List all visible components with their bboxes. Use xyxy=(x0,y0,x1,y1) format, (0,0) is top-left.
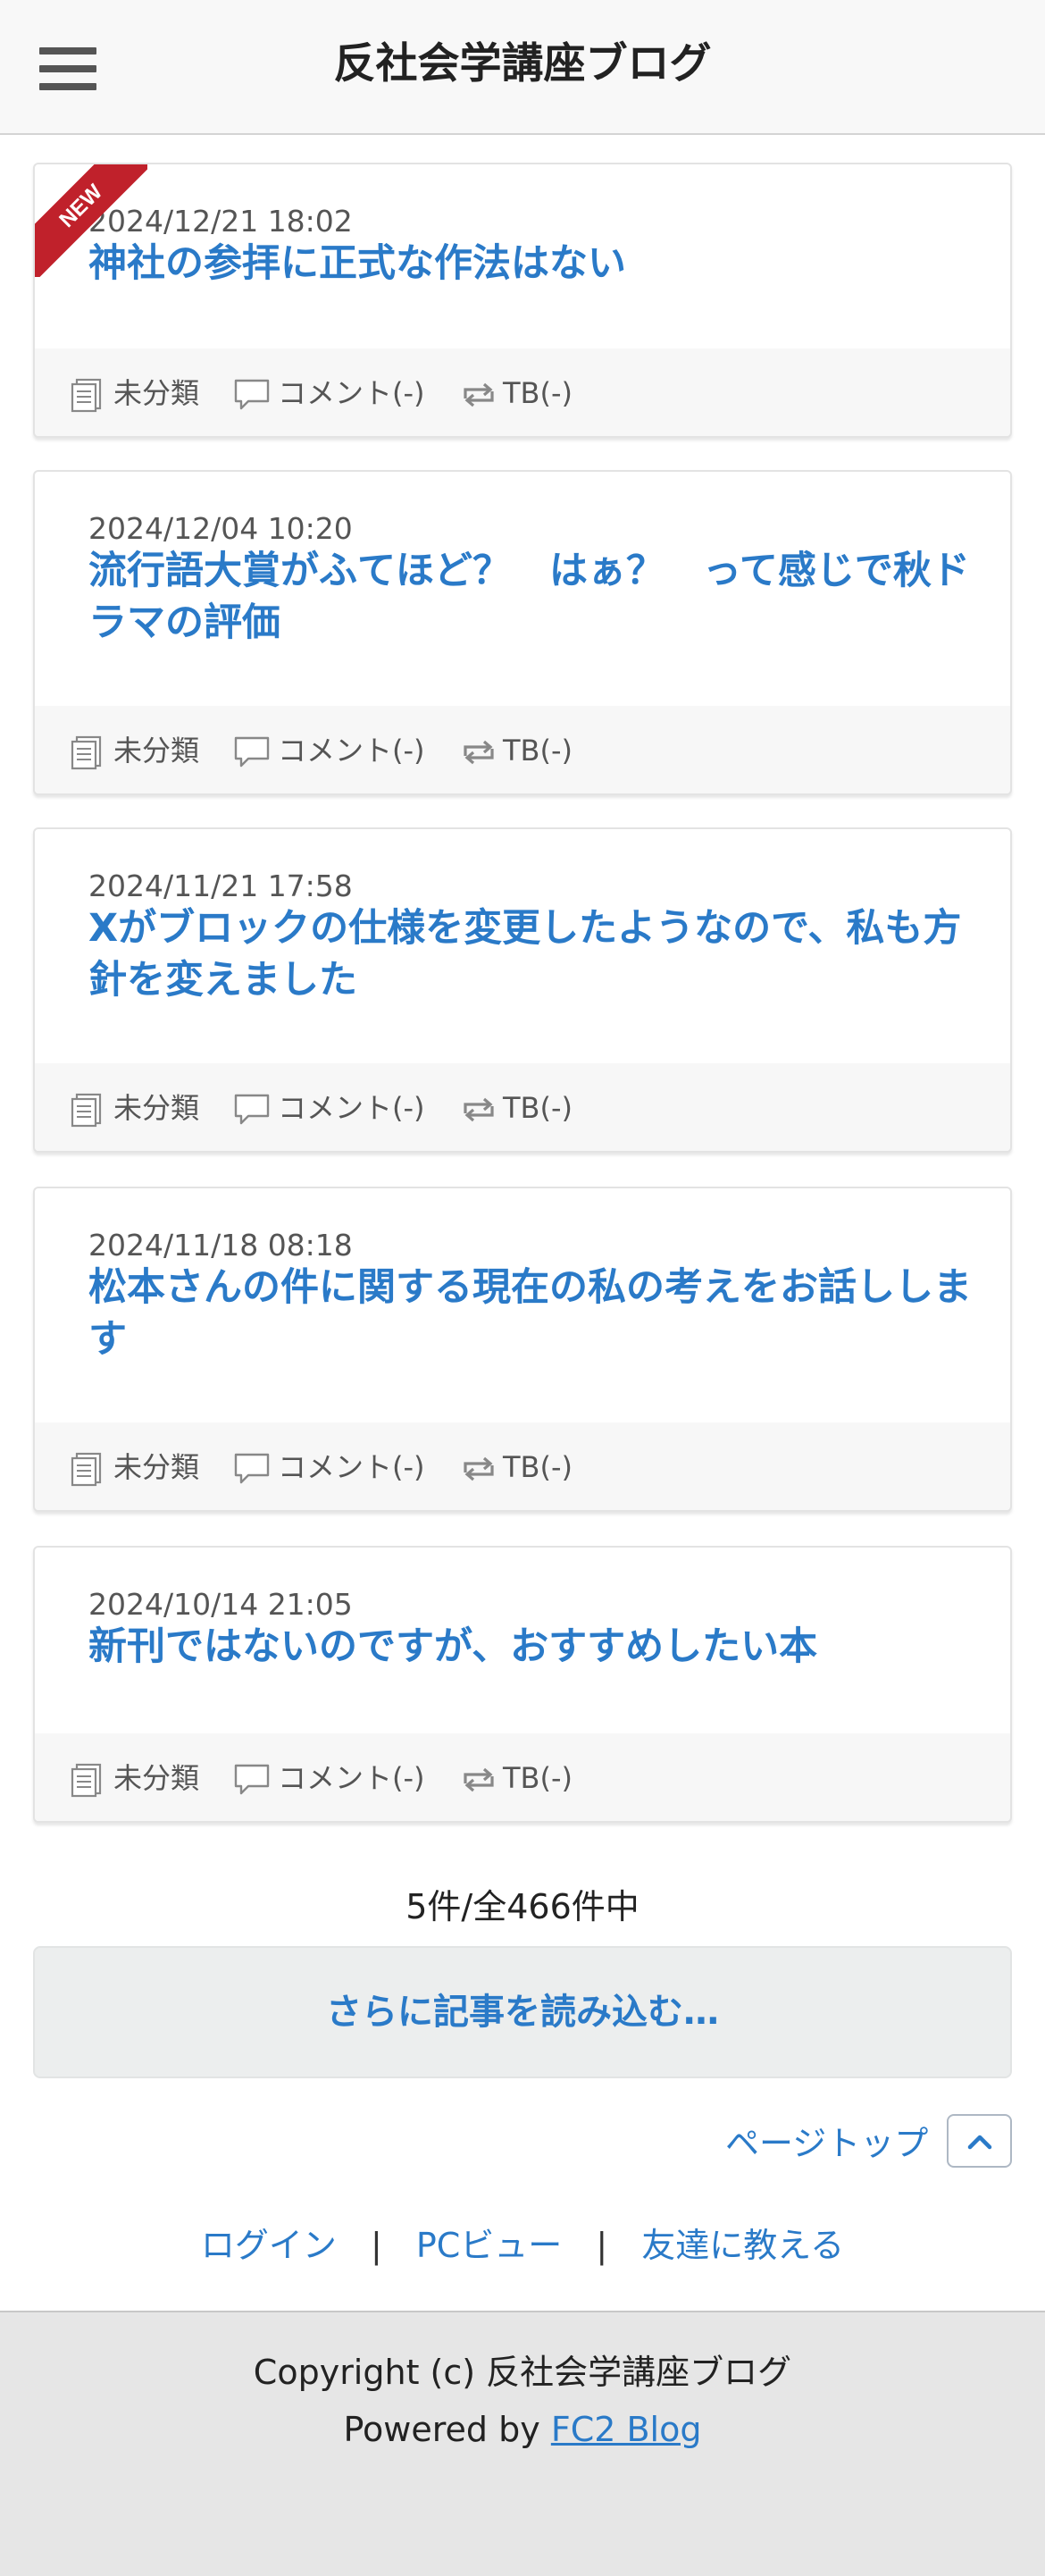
post-category-label: 未分類 xyxy=(113,376,200,410)
post-trackback-label: TB(-) xyxy=(503,1450,573,1484)
category-document-icon xyxy=(71,378,102,413)
post-trackback-label: TB(-) xyxy=(503,376,573,410)
trackback-repeat-icon xyxy=(464,740,494,765)
chevron-up-icon xyxy=(967,2135,992,2150)
post-date: 2024/12/04 10:20 xyxy=(88,511,353,546)
post-title-link[interactable]: 松本さんの件に関する現在の私の考えをお話しします xyxy=(88,1262,982,1365)
link-separator: | xyxy=(370,2226,382,2265)
new-badge: NEW xyxy=(35,164,147,277)
post-title-link[interactable]: 神社の参拝に正式な作法はない xyxy=(88,238,982,289)
post-comments-link[interactable]: コメント(-) xyxy=(233,733,465,768)
post-comments-link[interactable]: コメント(-) xyxy=(233,1760,465,1796)
post-trackback-link[interactable]: TB(-) xyxy=(458,1449,601,1485)
category-document-icon xyxy=(71,1763,102,1798)
page-top-link[interactable]: ページトップ xyxy=(725,2121,928,2166)
trackback-repeat-icon xyxy=(464,382,494,407)
post-title-link[interactable]: 流行語大賞がふてほど？ はぁ？ って感じで秋ドラマの評価 xyxy=(88,545,982,649)
post-card: 2024/12/21 18:02 神社の参拝に正式な作法はない 未分類 コメント… xyxy=(33,163,1012,438)
pc-view-link[interactable]: PCビュー xyxy=(416,2226,562,2265)
post-trackback-label: TB(-) xyxy=(503,1761,573,1795)
post-trackback-link[interactable]: TB(-) xyxy=(458,733,601,768)
post-category-link[interactable]: 未分類 xyxy=(69,733,247,770)
post-category-link[interactable]: 未分類 xyxy=(69,1449,247,1487)
page-top-button[interactable] xyxy=(947,2114,1012,2168)
tell-friend-link[interactable]: 友達に教える xyxy=(641,2226,844,2265)
post-category-link[interactable]: 未分類 xyxy=(69,375,247,413)
post-date: 2024/10/14 21:05 xyxy=(88,1587,353,1622)
site-title[interactable]: 反社会学講座ブログ xyxy=(0,32,1045,96)
post-card: 2024/12/04 10:20 流行語大賞がふてほど？ はぁ？ って感じで秋ド… xyxy=(33,470,1012,795)
post-meta-bar: 未分類 コメント(-) TB(-) xyxy=(35,1063,1010,1151)
post-meta-bar: 未分類 コメント(-) TB(-) xyxy=(35,706,1010,793)
post-card: 2024/10/14 21:05 新刊ではないのですが、おすすめしたい本 未分類… xyxy=(33,1546,1012,1823)
post-title-link[interactable]: Xがブロックの仕様を変更したようなので、私も方針を変えました xyxy=(88,902,982,1006)
comment-bubble-icon xyxy=(234,1094,270,1125)
trackback-repeat-icon xyxy=(464,1456,494,1481)
post-trackback-label: TB(-) xyxy=(503,734,573,768)
post-count-text: 5件/全466件中 xyxy=(405,1887,640,1926)
post-trackback-link[interactable]: TB(-) xyxy=(458,1090,601,1126)
post-meta-bar: 未分類 コメント(-) TB(-) xyxy=(35,1733,1010,1821)
post-category-link[interactable]: 未分類 xyxy=(69,1090,247,1128)
link-separator: | xyxy=(596,2226,608,2265)
comment-bubble-icon xyxy=(234,1764,270,1795)
post-comments-label: コメント(-) xyxy=(278,376,425,410)
post-trackback-link[interactable]: TB(-) xyxy=(458,1760,601,1796)
post-category-label: 未分類 xyxy=(113,1761,200,1795)
post-comments-label: コメント(-) xyxy=(278,734,425,768)
trackback-repeat-icon xyxy=(464,1097,494,1122)
category-document-icon xyxy=(71,1093,102,1128)
load-more-button[interactable]: さらに記事を読み込む… xyxy=(33,1946,1012,2078)
comment-bubble-icon xyxy=(234,736,270,768)
post-category-link[interactable]: 未分類 xyxy=(69,1760,247,1798)
post-category-label: 未分類 xyxy=(113,1091,200,1125)
post-date: 2024/11/21 17:58 xyxy=(88,868,353,903)
powered-by-prefix: Powered by xyxy=(343,2410,540,2449)
footer-links: ログイン | PCビュー | 友達に教える xyxy=(0,2223,1045,2268)
post-card: 2024/11/21 17:58 Xがブロックの仕様を変更したようなので、私も方… xyxy=(33,827,1012,1153)
post-comments-label: コメント(-) xyxy=(278,1091,425,1125)
post-trackback-label: TB(-) xyxy=(503,1091,573,1125)
comment-bubble-icon xyxy=(234,379,270,410)
post-title-link[interactable]: 新刊ではないのですが、おすすめしたい本 xyxy=(88,1621,982,1673)
post-comments-label: コメント(-) xyxy=(278,1761,425,1795)
comment-bubble-icon xyxy=(234,1453,270,1484)
post-comments-link[interactable]: コメント(-) xyxy=(233,1449,465,1485)
category-document-icon xyxy=(71,1452,102,1487)
category-document-icon xyxy=(71,735,102,770)
trackback-repeat-icon xyxy=(464,1767,494,1792)
post-comments-label: コメント(-) xyxy=(278,1450,425,1484)
post-date: 2024/11/18 08:18 xyxy=(88,1228,353,1263)
post-comments-link[interactable]: コメント(-) xyxy=(233,375,465,411)
site-footer: Copyright (c) 反社会学講座ブログ Powered by FC2 B… xyxy=(0,2311,1045,2576)
post-trackback-link[interactable]: TB(-) xyxy=(458,375,601,411)
post-meta-bar: 未分類 コメント(-) TB(-) xyxy=(35,1422,1010,1510)
fc2-blog-link[interactable]: FC2 Blog xyxy=(551,2410,702,2449)
login-link[interactable]: ログイン xyxy=(201,2226,337,2265)
post-category-label: 未分類 xyxy=(113,1450,200,1484)
post-card: 2024/11/18 08:18 松本さんの件に関する現在の私の考えをお話ししま… xyxy=(33,1187,1012,1512)
post-category-label: 未分類 xyxy=(113,734,200,768)
new-badge-label: NEW xyxy=(35,164,147,277)
site-header: 反社会学講座ブログ xyxy=(0,0,1045,135)
powered-by: Powered by FC2 Blog xyxy=(0,2404,1045,2455)
post-comments-link[interactable]: コメント(-) xyxy=(233,1090,465,1126)
post-meta-bar: 未分類 コメント(-) TB(-) xyxy=(35,348,1010,436)
copyright-text: Copyright (c) 反社会学講座ブログ xyxy=(253,2353,792,2392)
